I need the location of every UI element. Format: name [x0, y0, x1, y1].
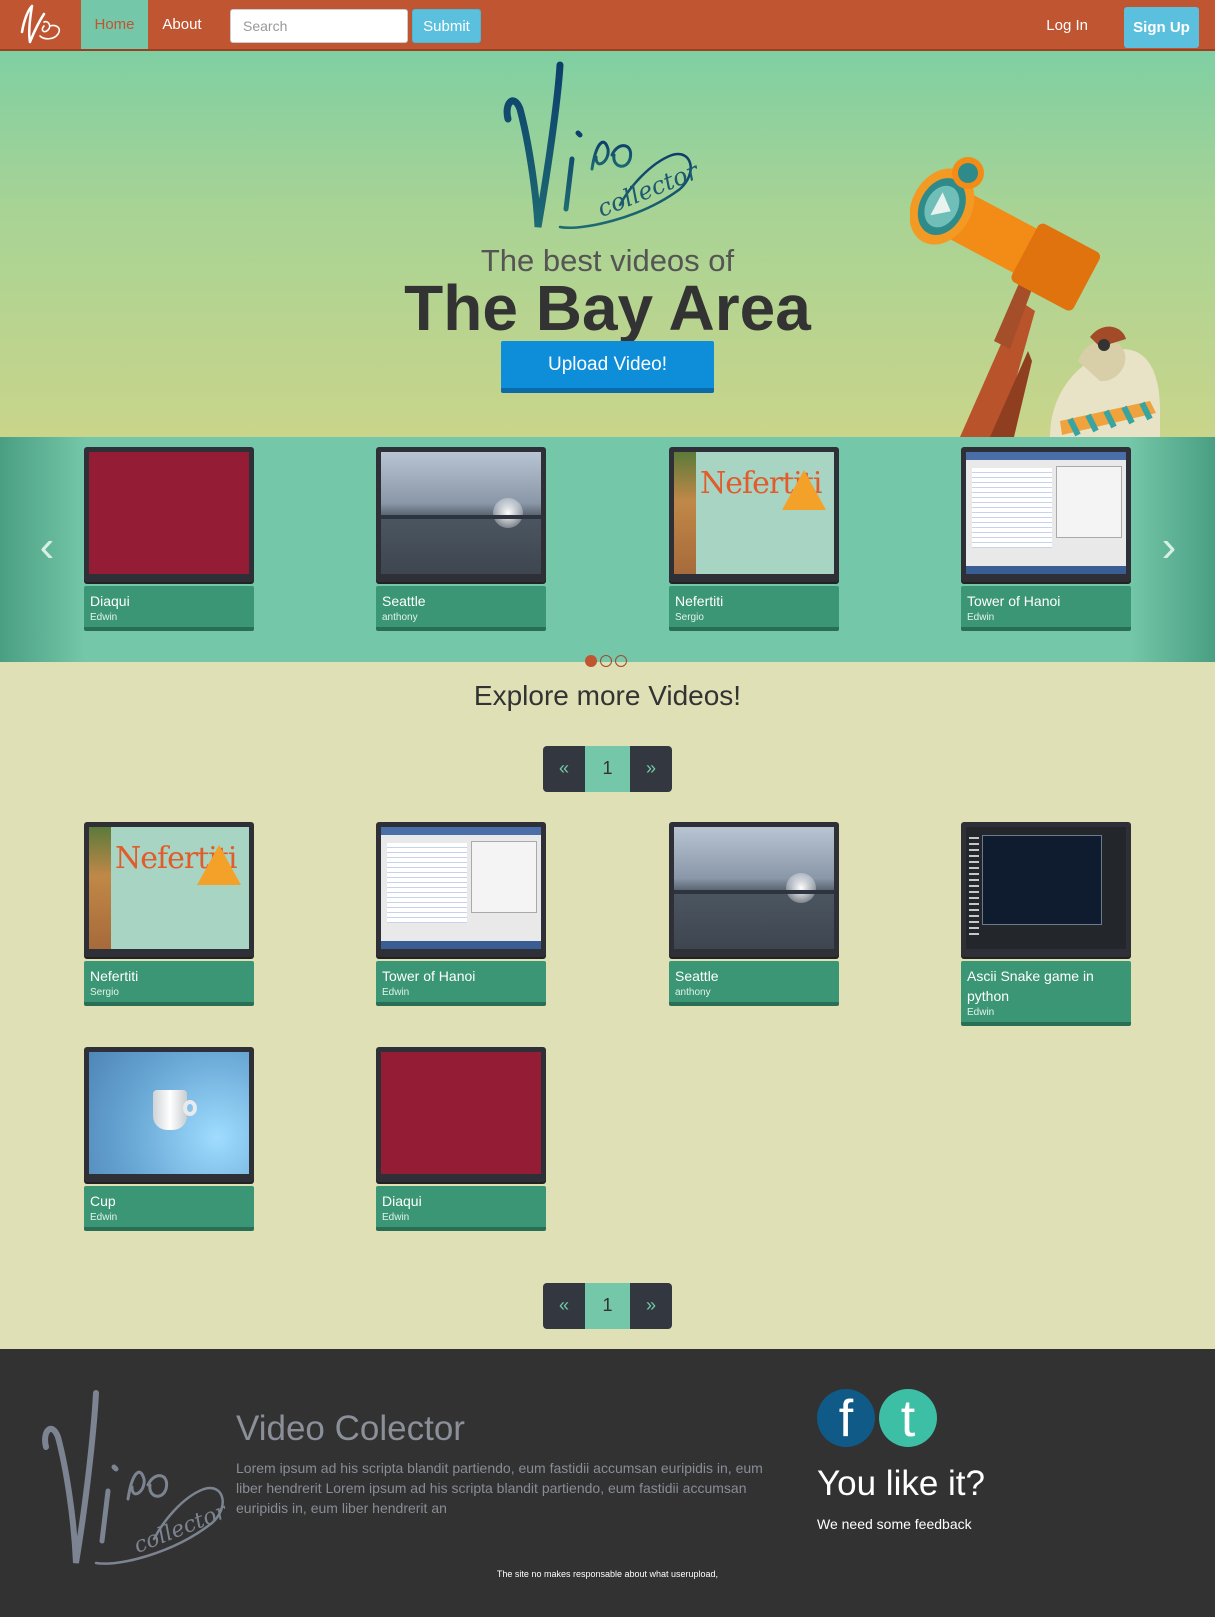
- footer-title: Video Colector: [236, 1409, 465, 1448]
- video-card[interactable]: Nefertiti Nefertiti Sergio: [84, 822, 254, 1006]
- video-thumbnail[interactable]: Nefertiti: [84, 822, 254, 957]
- video-thumbnail[interactable]: [376, 1047, 546, 1182]
- video-author: anthony: [675, 987, 711, 998]
- pagination-bottom: « 1 »: [543, 1283, 672, 1329]
- carousel-prev-chevron-icon[interactable]: ‹: [32, 525, 62, 569]
- video-info: Diaqui Edwin: [376, 1186, 546, 1231]
- video-thumbnail[interactable]: [961, 822, 1131, 957]
- upload-video-button[interactable]: Upload Video!: [501, 341, 714, 393]
- video-title[interactable]: Ascii Snake game in python: [967, 966, 1125, 1006]
- video-thumbnail[interactable]: [84, 1047, 254, 1182]
- video-title[interactable]: Seattle: [675, 966, 833, 986]
- video-info: Tower of Hanoi Edwin: [376, 961, 546, 1006]
- pagination-prev-button[interactable]: «: [543, 746, 585, 792]
- telescope-illustration-icon: [910, 157, 1160, 437]
- explore-heading: Explore more Videos!: [473, 680, 742, 711]
- hero-banner: collector The best videos of The Bay Are…: [0, 51, 1215, 437]
- search-input[interactable]: [230, 9, 408, 43]
- footer: collector Video Colector Lorem ipsum ad …: [0, 1349, 1215, 1617]
- facebook-icon[interactable]: f: [817, 1389, 875, 1448]
- video-info: Nefertiti Sergio: [84, 961, 254, 1006]
- video-info: Tower of Hanoi Edwin: [961, 586, 1131, 631]
- video-thumbnail[interactable]: [376, 822, 546, 957]
- video-author: Edwin: [967, 1007, 995, 1018]
- footer-description: Lorem ipsum ad his scripta blandit parti…: [236, 1460, 763, 1516]
- video-title[interactable]: Cup: [90, 1191, 248, 1211]
- video-title[interactable]: Nefertiti: [675, 591, 833, 611]
- footer-like-heading: You like it?: [817, 1464, 985, 1503]
- video-thumbnail[interactable]: [84, 447, 254, 582]
- video-title[interactable]: Tower of Hanoi: [967, 591, 1125, 611]
- video-card[interactable]: Diaqui Edwin: [376, 1047, 546, 1231]
- video-author: anthony: [382, 612, 418, 623]
- video-author: Edwin: [90, 612, 118, 623]
- brand-logo-icon[interactable]: [14, 2, 70, 48]
- svg-text:collector: collector: [593, 156, 704, 222]
- pagination-next-button[interactable]: »: [630, 1283, 672, 1329]
- video-card[interactable]: Seattle anthony: [669, 822, 839, 1006]
- video-info: Cup Edwin: [84, 1186, 254, 1231]
- video-author: Edwin: [90, 1212, 118, 1223]
- nav-home[interactable]: Home: [81, 0, 148, 49]
- pagination-next-button[interactable]: »: [630, 746, 672, 792]
- video-author: Sergio: [90, 987, 119, 998]
- carousel-dot[interactable]: [585, 655, 597, 667]
- video-card[interactable]: Diaqui Edwin: [84, 447, 254, 631]
- video-title[interactable]: Diaqui: [382, 1191, 540, 1211]
- carousel-dot[interactable]: [615, 655, 627, 667]
- video-info: Ascii Snake game in python Edwin: [961, 961, 1131, 1026]
- video-thumbnail[interactable]: Nefertiti: [669, 447, 839, 582]
- video-title[interactable]: Seattle: [382, 591, 540, 611]
- video-card[interactable]: Ascii Snake game in python Edwin: [961, 822, 1131, 1026]
- video-card[interactable]: Cup Edwin: [84, 1047, 254, 1231]
- nav-about[interactable]: About: [152, 0, 212, 49]
- top-navbar: Home About Submit Log In Sign Up: [0, 0, 1215, 51]
- search-submit-button[interactable]: Submit: [412, 9, 481, 43]
- footer-feedback-link[interactable]: We need some feedback: [817, 1516, 972, 1532]
- video-info: Seattle anthony: [376, 586, 546, 631]
- footer-logo-icon: collector: [42, 1390, 232, 1565]
- carousel-next-chevron-icon[interactable]: ›: [1154, 525, 1184, 569]
- login-link[interactable]: Log In: [1046, 0, 1088, 50]
- video-author: Edwin: [967, 612, 995, 623]
- pagination-page-1[interactable]: 1: [585, 746, 630, 792]
- footer-disclaimer: The site no makes responsable about what…: [496, 1569, 719, 1579]
- video-info: Diaqui Edwin: [84, 586, 254, 631]
- pagination-page-1[interactable]: 1: [585, 1283, 630, 1329]
- video-thumbnail[interactable]: [961, 447, 1131, 582]
- video-info: Seattle anthony: [669, 961, 839, 1006]
- pagination-prev-button[interactable]: «: [543, 1283, 585, 1329]
- video-card[interactable]: Tower of Hanoi Edwin: [376, 822, 546, 1006]
- video-card[interactable]: Seattle anthony: [376, 447, 546, 631]
- video-author: Edwin: [382, 1212, 410, 1223]
- twitter-icon[interactable]: t: [879, 1389, 937, 1448]
- signup-button[interactable]: Sign Up: [1124, 7, 1199, 48]
- svg-text:collector: collector: [130, 1499, 231, 1559]
- video-collector-logo-icon: collector: [503, 61, 704, 229]
- video-title[interactable]: Nefertiti: [90, 966, 248, 986]
- video-author: Sergio: [675, 612, 704, 623]
- video-title[interactable]: Tower of Hanoi: [382, 966, 540, 986]
- pagination-top: « 1 »: [543, 746, 672, 792]
- video-card[interactable]: Nefertiti Nefertiti Sergio: [669, 447, 839, 631]
- video-thumbnail[interactable]: [669, 822, 839, 957]
- carousel-dot[interactable]: [600, 655, 612, 667]
- video-thumbnail[interactable]: [376, 447, 546, 582]
- carousel-indicators: [585, 654, 630, 667]
- video-info: Nefertiti Sergio: [669, 586, 839, 631]
- video-card[interactable]: Tower of Hanoi Edwin: [961, 447, 1131, 631]
- video-author: Edwin: [382, 987, 410, 998]
- video-title[interactable]: Diaqui: [90, 591, 248, 611]
